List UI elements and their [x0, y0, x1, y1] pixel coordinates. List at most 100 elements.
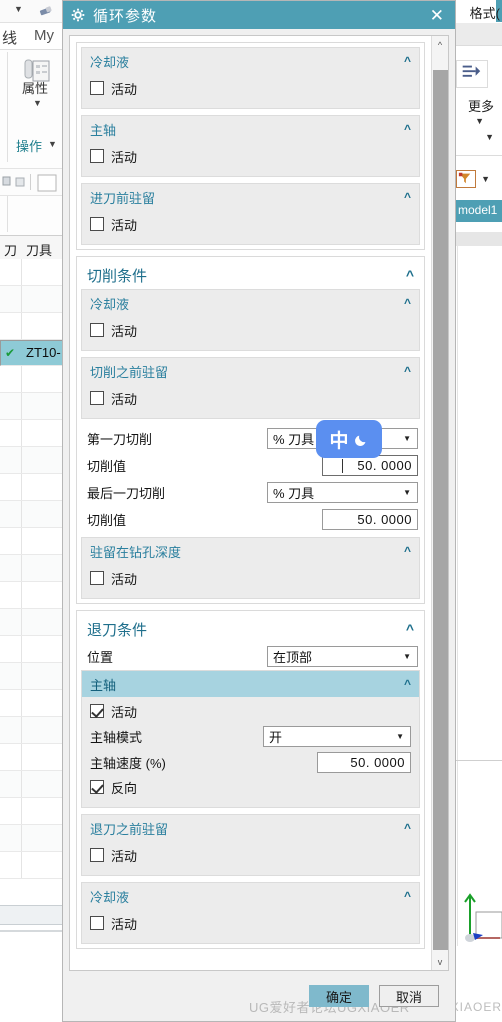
spindle-active-checkbox-row[interactable]: 活动: [90, 699, 411, 723]
ribbon-divider-2: [7, 196, 8, 232]
section-header[interactable]: 退刀条件 ^: [81, 615, 420, 643]
first-cut-amount-input[interactable]: 50. 0000: [322, 455, 418, 476]
active-checkbox-row[interactable]: 活动: [90, 212, 411, 236]
ribbon-left-panel: ▼ 线 My 属性 ▼ 操作 ▼: [0, 0, 63, 250]
chevron-up-icon[interactable]: ^: [404, 889, 411, 903]
last-cut-dropdown[interactable]: % 刀具 ▼: [267, 482, 418, 503]
chevron-up-icon[interactable]: ^: [404, 190, 411, 204]
right-tool-button[interactable]: [456, 60, 488, 88]
list-item[interactable]: [0, 744, 62, 771]
list-item[interactable]: [0, 474, 62, 501]
list-item[interactable]: [0, 528, 62, 555]
group-header[interactable]: 主轴 ^: [82, 116, 419, 142]
reverse-checkbox-row[interactable]: 反向: [90, 775, 411, 799]
active-checkbox[interactable]: [90, 217, 104, 231]
chevron-up-icon[interactable]: ^: [406, 621, 414, 637]
section-header[interactable]: 切削条件 ^: [81, 261, 420, 289]
cancel-button[interactable]: 取消: [379, 985, 439, 1007]
chevron-down-icon[interactable]: ▼: [14, 4, 23, 14]
ime-indicator[interactable]: 中: [316, 420, 382, 458]
list-item[interactable]: [0, 313, 62, 340]
filter-icon[interactable]: [456, 170, 476, 188]
list-item[interactable]: [0, 663, 62, 690]
filter-chevron-down-icon[interactable]: ▼: [481, 174, 490, 184]
more-menu[interactable]: 更多: [468, 96, 494, 115]
scrollbar-thumb[interactable]: [433, 70, 448, 950]
list-item[interactable]: [0, 286, 62, 313]
active-checkbox-row[interactable]: 活动: [90, 843, 411, 867]
last-cut-amount-input[interactable]: 50. 0000: [322, 509, 418, 530]
more-chevron-down-icon[interactable]: ▼: [475, 116, 484, 126]
list-item[interactable]: [0, 366, 62, 393]
chevron-up-icon[interactable]: ^: [404, 122, 411, 136]
list-item[interactable]: [0, 555, 62, 582]
list-item[interactable]: [0, 501, 62, 528]
list-item[interactable]: [0, 609, 62, 636]
list-item[interactable]: [0, 717, 62, 744]
active-checkbox-row[interactable]: 活动: [90, 566, 411, 590]
group-header-highlighted[interactable]: 主轴 ^: [82, 671, 419, 697]
position-dropdown[interactable]: 在顶部 ▼: [267, 646, 418, 667]
list-item[interactable]: [0, 259, 62, 286]
group-dwell-before-cut: 切削之前驻留 ^ 活动: [81, 357, 420, 419]
active-checkbox-row[interactable]: 活动: [90, 318, 411, 342]
operation-menu[interactable]: 操作: [16, 136, 42, 155]
group-header[interactable]: 切削之前驻留 ^: [82, 358, 419, 384]
list-item[interactable]: [0, 690, 62, 717]
list-item[interactable]: [0, 771, 62, 798]
active-checkbox[interactable]: [90, 848, 104, 862]
ribbon-tab-my[interactable]: My: [34, 27, 54, 44]
active-checkbox[interactable]: [90, 391, 104, 405]
group-header[interactable]: 冷却液 ^: [82, 883, 419, 909]
operation-chevron-down-icon[interactable]: ▼: [48, 139, 57, 149]
active-checkbox[interactable]: [90, 149, 104, 163]
first-cut-label: 第一刀切削: [87, 432, 153, 447]
spindle-speed-input[interactable]: 50. 0000: [317, 751, 411, 773]
dialog-scrollbar[interactable]: ^ v: [431, 36, 448, 970]
chevron-up-icon[interactable]: ^: [404, 54, 411, 68]
scroll-up-button[interactable]: ^: [432, 36, 448, 53]
panel-chevron-down-icon[interactable]: ▼: [485, 132, 494, 142]
reverse-checkbox[interactable]: [90, 780, 104, 794]
right-horizontal-rule: [456, 760, 502, 761]
active-checkbox-row[interactable]: 活动: [90, 386, 411, 410]
spindle-mode-dropdown[interactable]: 开 ▼: [263, 725, 411, 747]
group-header[interactable]: 驻留在钻孔深度 ^: [82, 538, 419, 564]
scroll-down-button[interactable]: v: [432, 953, 448, 970]
active-checkbox-row[interactable]: 活动: [90, 76, 411, 100]
list-item[interactable]: [0, 420, 62, 447]
active-checkbox-row[interactable]: 活动: [90, 911, 411, 935]
close-icon[interactable]: ✕: [430, 7, 444, 24]
active-checkbox-row[interactable]: 活动: [90, 144, 411, 168]
active-checkbox[interactable]: [90, 323, 104, 337]
eraser-icon[interactable]: [38, 5, 54, 17]
format-menu[interactable]: 格式(: [470, 3, 500, 22]
group-header[interactable]: 冷却液 ^: [82, 48, 419, 74]
document-tab-model1[interactable]: model1: [456, 200, 502, 222]
list-item[interactable]: [0, 447, 62, 474]
chevron-up-icon[interactable]: ^: [404, 821, 411, 835]
toolbar-icons[interactable]: [0, 169, 60, 195]
ribbon-tab-line[interactable]: 线: [2, 27, 17, 48]
group-header[interactable]: 冷却液 ^: [82, 290, 419, 316]
spindle-active-checkbox[interactable]: [90, 704, 104, 718]
chevron-up-icon[interactable]: ^: [404, 677, 411, 691]
list-item[interactable]: [0, 825, 62, 852]
ok-button[interactable]: 确定: [309, 985, 369, 1007]
list-item[interactable]: [0, 798, 62, 825]
list-item[interactable]: [0, 852, 62, 879]
active-checkbox[interactable]: [90, 571, 104, 585]
list-item[interactable]: [0, 393, 62, 420]
active-checkbox[interactable]: [90, 81, 104, 95]
chevron-down-icon: ▼: [403, 434, 411, 443]
list-item[interactable]: [0, 582, 62, 609]
group-header[interactable]: 进刀前驻留 ^: [82, 184, 419, 210]
chevron-up-icon[interactable]: ^: [404, 364, 411, 378]
chevron-up-icon[interactable]: ^: [404, 296, 411, 310]
list-item[interactable]: [0, 636, 62, 663]
chevron-up-icon[interactable]: ^: [404, 544, 411, 558]
chevron-up-icon[interactable]: ^: [406, 267, 414, 283]
group-header[interactable]: 退刀之前驻留 ^: [82, 815, 419, 841]
active-checkbox[interactable]: [90, 916, 104, 930]
properties-chevron-down-icon[interactable]: ▼: [33, 98, 42, 108]
